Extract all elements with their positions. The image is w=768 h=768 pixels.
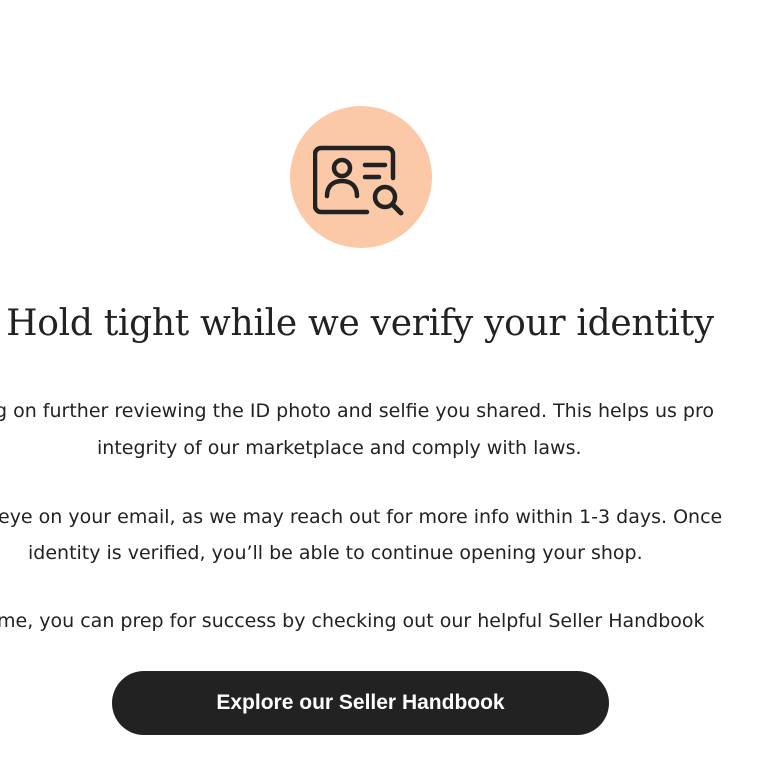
body-text-line: integrity of our marketplace and comply …: [97, 437, 582, 459]
verification-pending-page: Hold tight while we verify your identity…: [0, 0, 768, 768]
body-text-line: eye on your email, as we may reach out f…: [0, 506, 723, 528]
id-verification-badge: [290, 106, 432, 248]
id-card-search-icon: [313, 145, 404, 216]
page-title: Hold tight while we verify your identity: [6, 303, 714, 344]
body-text-line: g on further reviewing the ID photo and …: [0, 400, 715, 422]
body-text-line: me, you can prep for success by checking…: [0, 610, 705, 632]
explore-seller-handbook-button[interactable]: Explore our Seller Handbook: [112, 671, 609, 735]
body-text-line: identity is verified, you’ll be able to …: [28, 542, 643, 564]
